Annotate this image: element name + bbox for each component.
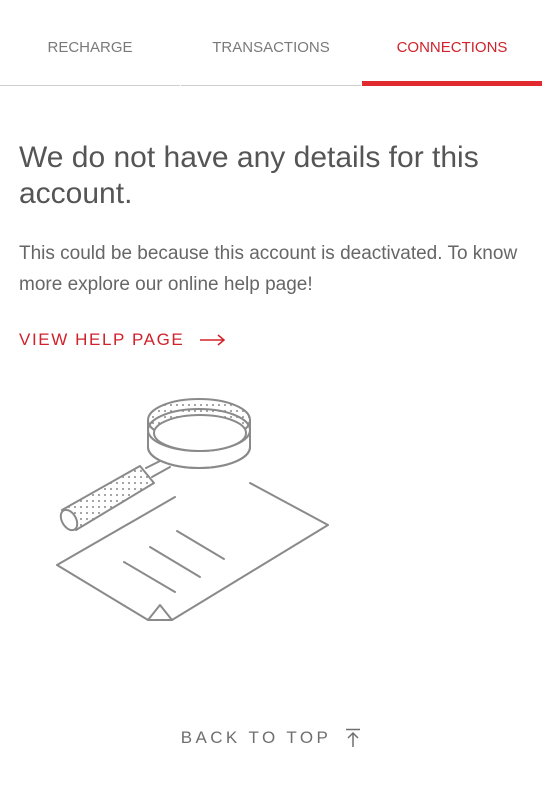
tab-transactions[interactable]: TRANSACTIONS [181,0,361,86]
arrow-right-icon [200,334,226,346]
back-to-top-label: BACK TO TOP [180,728,332,747]
tab-underline [181,85,361,86]
view-help-page-label: VIEW HELP PAGE [19,330,185,349]
empty-state-message: This could be because this account is de… [19,243,518,295]
back-to-top-button[interactable]: BACK TO TOP [0,728,542,748]
tab-recharge[interactable]: RECHARGE [0,0,180,86]
tab-underline [0,85,180,86]
tab-recharge-label: RECHARGE [47,39,133,56]
tab-transactions-label: TRANSACTIONS [212,39,330,56]
empty-state-heading: We do not have any details for this acco… [19,141,479,210]
tab-bar: RECHARGE TRANSACTIONS CONNECTIONS [0,0,542,86]
arrow-up-to-top-icon [346,728,361,747]
view-help-page-link[interactable]: VIEW HELP PAGE [19,330,226,350]
magnifier-document-illustration [56,398,329,621]
tab-connections[interactable]: CONNECTIONS [362,0,542,86]
tab-connections-label: CONNECTIONS [396,39,508,56]
tab-active-indicator [362,81,542,86]
